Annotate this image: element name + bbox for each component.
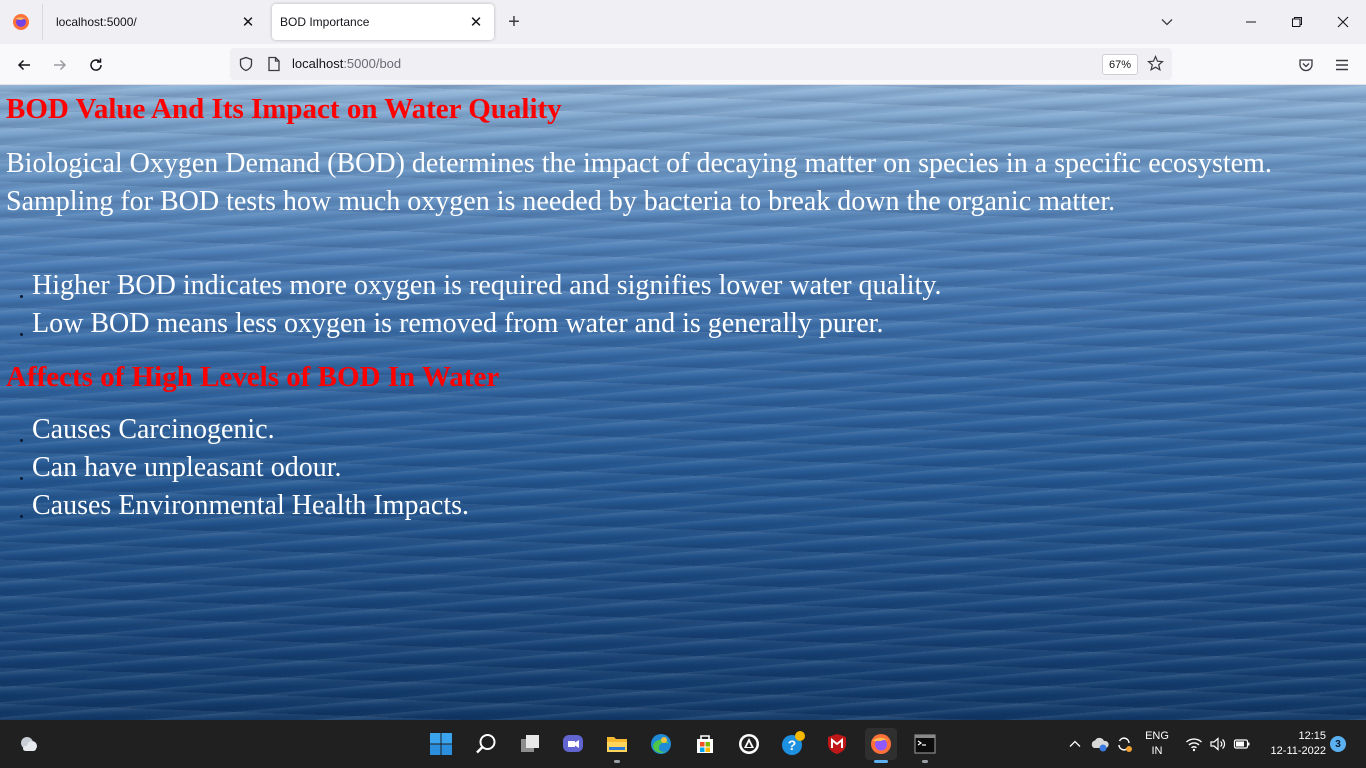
paragraph-bod-sampling: Sampling for BOD tests how much oxygen i…	[6, 186, 1116, 217]
language-code: ENG	[1145, 730, 1169, 742]
star-icon[interactable]	[1147, 54, 1164, 77]
list-item-text: Causes Carcinogenic.	[32, 414, 275, 445]
weather-icon[interactable]	[13, 728, 45, 760]
url-path: :5000/bod	[343, 56, 402, 71]
language-indicator[interactable]: ENG IN	[1139, 729, 1175, 759]
tab-label: BOD Importance	[280, 15, 370, 29]
page-viewport: BOD Value And Its Impact on Water Qualit…	[0, 85, 1366, 720]
url-text[interactable]: localhost:5000/bod	[292, 56, 401, 71]
tab-label: localhost:5000/	[56, 15, 137, 29]
edge-icon[interactable]	[645, 728, 677, 760]
bullet-icon	[20, 333, 23, 336]
intro-text: Biological Oxygen Demand (BOD) determine…	[6, 145, 1346, 221]
clock-time: 12:15	[1298, 730, 1326, 742]
close-icon[interactable]: ✕	[467, 13, 485, 31]
bullet-icon	[20, 477, 23, 480]
firefox-icon[interactable]	[0, 0, 42, 44]
bullet-icon	[20, 295, 23, 298]
effects-list: Causes Carcinogenic. Can have unpleasant…	[0, 411, 469, 525]
zoom-level-button[interactable]: 67%	[1102, 54, 1138, 75]
navigation-toolbar: localhost:5000/bod 67%	[0, 44, 1366, 85]
bod-level-list: Higher BOD indicates more oxygen is requ…	[0, 267, 942, 343]
list-item: Higher BOD indicates more oxygen is requ…	[0, 267, 942, 305]
search-icon[interactable]	[470, 728, 502, 760]
pocket-icon[interactable]	[1290, 49, 1322, 81]
chevron-down-icon[interactable]	[1151, 6, 1183, 38]
close-icon[interactable]	[1327, 6, 1359, 38]
list-item-text: Low BOD means less oxygen is removed fro…	[32, 308, 884, 339]
sync-icon[interactable]	[1108, 728, 1140, 760]
svg-text:?: ?	[788, 737, 797, 753]
list-item-text: Causes Environmental Health Impacts.	[32, 490, 469, 521]
list-item: Causes Carcinogenic.	[0, 411, 469, 449]
tab-localhost[interactable]: localhost:5000/ ✕	[42, 4, 266, 40]
teams-chat-icon[interactable]	[557, 728, 589, 760]
battery-icon[interactable]	[1226, 728, 1258, 760]
file-explorer-icon[interactable]	[601, 728, 633, 763]
windows-start-icon[interactable]	[425, 728, 457, 760]
tab-bod-importance[interactable]: BOD Importance ✕	[272, 4, 494, 40]
language-region: IN	[1151, 745, 1163, 757]
bullet-icon	[20, 515, 23, 518]
list-item: Causes Environmental Health Impacts.	[0, 487, 469, 525]
page-title: BOD Value And Its Impact on Water Qualit…	[6, 93, 562, 125]
back-icon[interactable]	[8, 49, 40, 81]
clock[interactable]: 12:15 12-11-2022	[1256, 729, 1326, 759]
section-heading: Affects of High Levels of BOD In Water	[6, 361, 500, 393]
url-bar[interactable]: localhost:5000/bod 67%	[230, 48, 1172, 80]
running-indicator	[614, 760, 620, 763]
page-icon[interactable]	[267, 56, 281, 77]
running-indicator	[874, 760, 888, 763]
list-item: Can have unpleasant odour.	[0, 449, 469, 487]
list-item: Low BOD means less oxygen is removed fro…	[0, 305, 942, 343]
menu-icon[interactable]	[1326, 49, 1358, 81]
firefox-taskbar-icon[interactable]	[865, 728, 897, 763]
paragraph-bod-definition: Biological Oxygen Demand (BOD) determine…	[6, 148, 1272, 179]
running-indicator	[922, 760, 928, 763]
plus-icon[interactable]: +	[503, 11, 525, 33]
notification-badge[interactable]: 3	[1330, 736, 1346, 752]
store-icon[interactable]	[689, 728, 721, 760]
task-view-icon[interactable]	[514, 728, 546, 760]
minimize-icon[interactable]	[1235, 6, 1267, 38]
list-item-text: Can have unpleasant odour.	[32, 452, 342, 483]
app-icon[interactable]	[733, 728, 765, 760]
clock-date: 12-11-2022	[1270, 745, 1326, 757]
restore-icon[interactable]	[1281, 6, 1313, 38]
url-host: localhost	[292, 56, 344, 71]
list-item-text: Higher BOD indicates more oxygen is requ…	[32, 270, 942, 301]
taskbar: ? ENG IN 12:15 12-11-2022	[0, 720, 1366, 768]
tab-strip: localhost:5000/ ✕ BOD Importance ✕ +	[0, 0, 1366, 44]
bullet-icon	[20, 439, 23, 442]
terminal-icon[interactable]	[909, 728, 941, 763]
reload-icon[interactable]	[80, 49, 112, 81]
mcafee-icon[interactable]	[821, 728, 853, 760]
close-icon[interactable]: ✕	[239, 13, 257, 31]
help-icon[interactable]: ?	[777, 728, 809, 760]
shield-icon[interactable]	[238, 56, 254, 77]
forward-icon[interactable]	[44, 49, 76, 81]
